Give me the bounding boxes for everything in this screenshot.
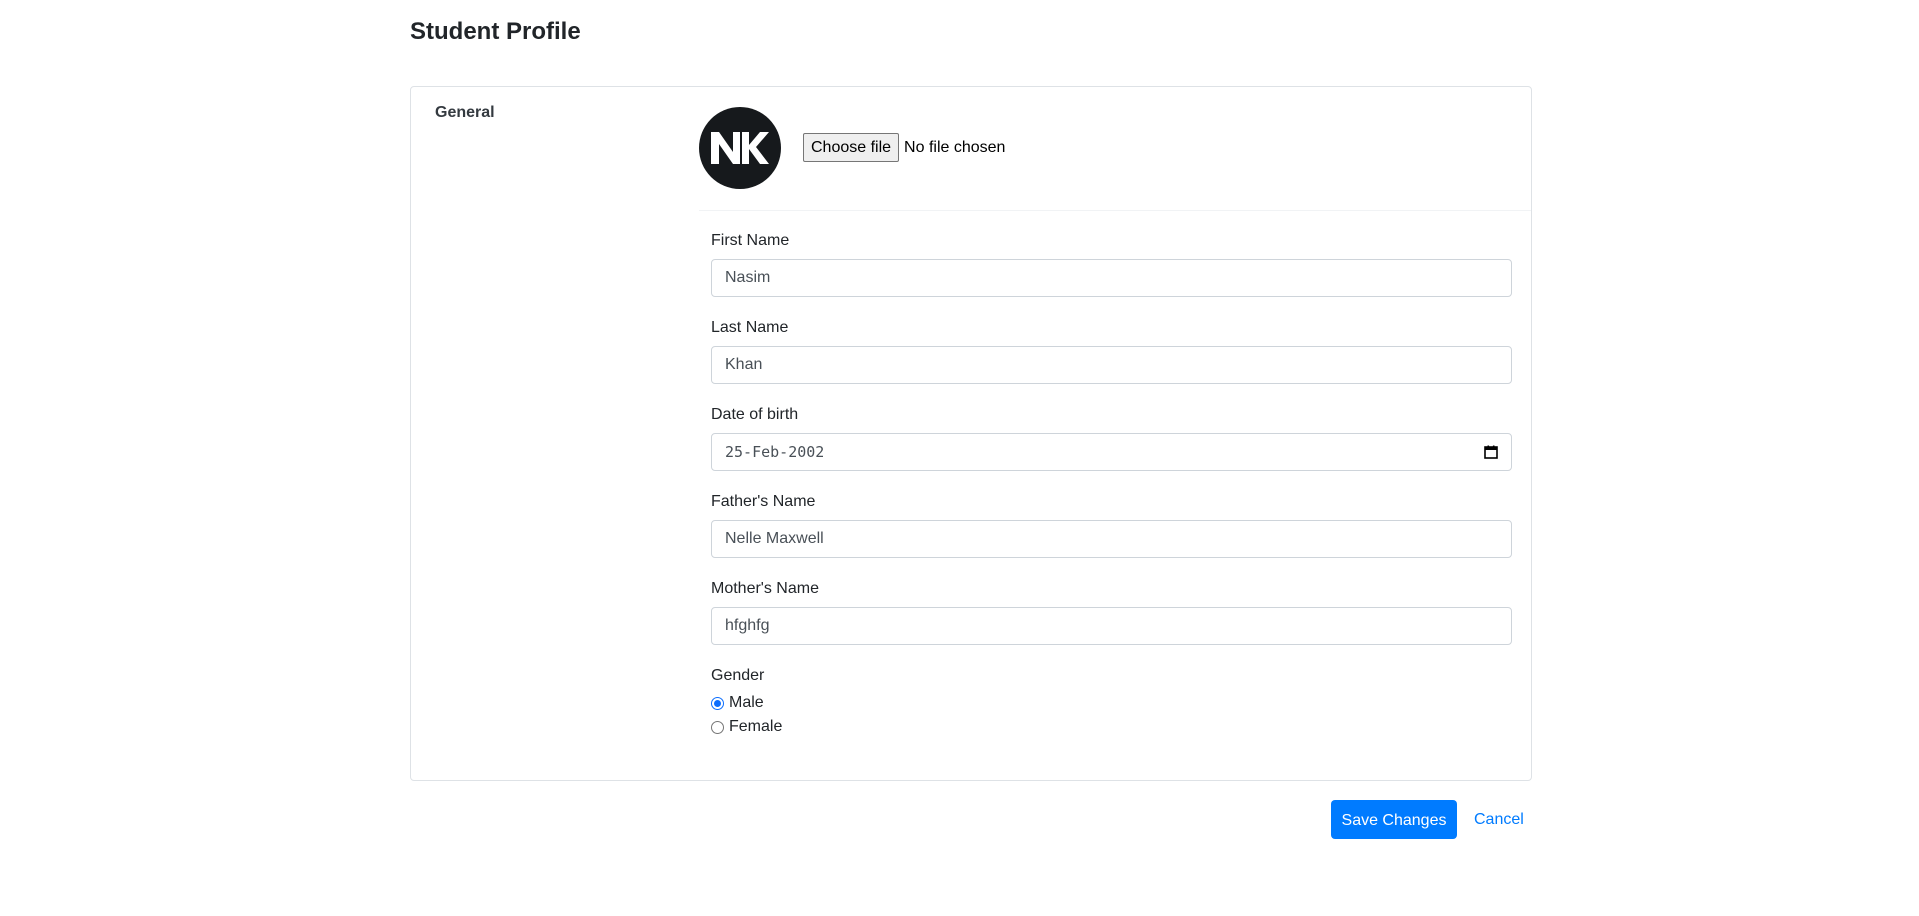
profile-fields: First Name Nasim Last Name Khan Date of … (711, 231, 1512, 756)
avatar-row: Choose file No file chosen (699, 87, 1531, 211)
first-name-label: First Name (711, 232, 790, 249)
cancel-link[interactable]: Cancel (1474, 810, 1524, 830)
mother-name-value: hfghfg (725, 617, 770, 634)
page-title: Student Profile (410, 18, 581, 45)
last-name-group: Last Name Khan (711, 318, 1512, 405)
avatar-file-input[interactable]: Choose file No file chosen (803, 133, 1005, 162)
first-name-input[interactable]: Nasim (711, 259, 1512, 297)
calendar-icon[interactable] (1484, 445, 1498, 459)
profile-card: General Choose file No file chosen First… (410, 86, 1532, 781)
gender-female-radio[interactable] (711, 720, 724, 734)
file-status: No file chosen (904, 138, 1006, 156)
first-name-value: Nasim (725, 269, 771, 286)
avatar (699, 107, 781, 189)
avatar-logo-icon (711, 132, 769, 164)
last-name-input[interactable]: Khan (711, 346, 1512, 384)
gender-male-label: Male (729, 694, 764, 711)
father-name-label: Father's Name (711, 493, 816, 510)
gender-option-female[interactable]: Female (711, 718, 782, 736)
mother-name-input[interactable]: hfghfg (711, 607, 1512, 645)
student-profile-page: Student Profile General Choose file No f… (0, 0, 1919, 916)
gender-option-male[interactable]: Male (711, 694, 764, 712)
dob-value: 25-Feb-2002 (725, 443, 825, 461)
choose-file-button[interactable]: Choose file (803, 133, 900, 162)
mother-name-group: Mother's Name hfghfg (711, 579, 1512, 666)
gender-female-label: Female (729, 718, 783, 735)
gender-male-radio[interactable] (711, 696, 724, 710)
last-name-label: Last Name (711, 319, 789, 336)
dob-input[interactable]: 25-Feb-2002 (711, 433, 1512, 471)
father-name-group: Father's Name Nelle Maxwell (711, 492, 1512, 579)
first-name-group: First Name Nasim (711, 231, 1512, 318)
dob-group: Date of birth 25-Feb-2002 (711, 405, 1512, 492)
gender-group: Gender Male Female (711, 666, 1512, 756)
father-name-input[interactable]: Nelle Maxwell (711, 520, 1512, 558)
section-label-general: General (435, 104, 495, 121)
save-changes-button[interactable]: Save Changes (1331, 800, 1457, 839)
last-name-value: Khan (725, 356, 763, 373)
gender-label: Gender (711, 667, 765, 684)
father-name-value: Nelle Maxwell (725, 530, 824, 547)
dob-label: Date of birth (711, 406, 799, 423)
mother-name-label: Mother's Name (711, 580, 819, 597)
